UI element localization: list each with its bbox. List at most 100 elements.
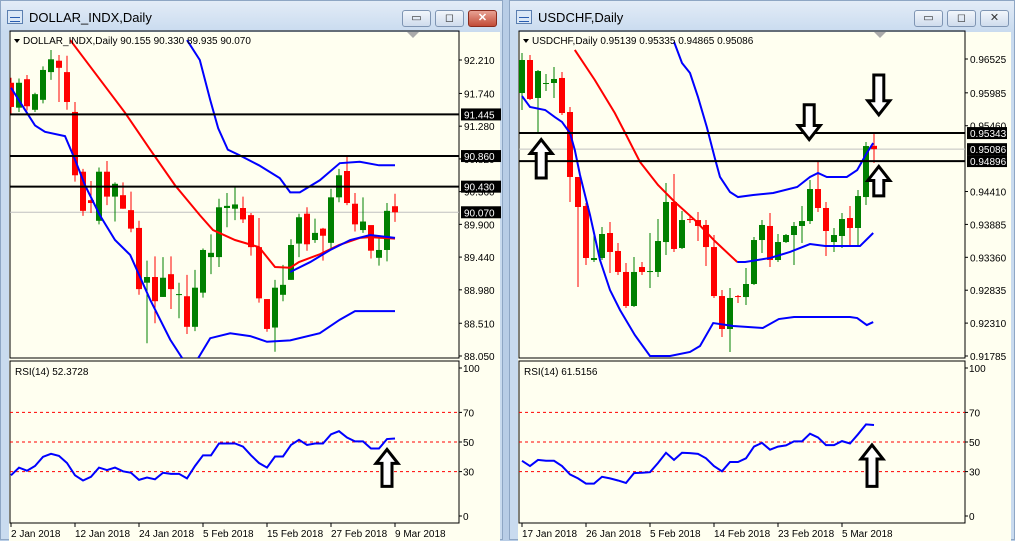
price-tick-label: 88.050 xyxy=(464,352,495,363)
price-tick-label: 88.510 xyxy=(464,319,495,330)
chart-layer[interactable]: 92.21091.74091.28090.82090.36089.90089.4… xyxy=(0,0,1015,540)
candle xyxy=(655,219,661,277)
candle-body xyxy=(543,82,549,85)
candle xyxy=(607,222,613,273)
rsi-label: RSI(14) 61.5156 xyxy=(524,367,598,378)
candle-body xyxy=(264,299,270,329)
candle xyxy=(280,264,286,302)
candle-body xyxy=(551,78,557,83)
price-label: 90.860 xyxy=(464,152,495,163)
bollinger-lower-line xyxy=(10,87,184,358)
candle-body xyxy=(791,225,797,236)
candle xyxy=(224,193,230,228)
candle-body xyxy=(128,210,134,229)
candle-body xyxy=(40,69,46,100)
candle xyxy=(128,191,134,233)
arrow-down-icon xyxy=(795,103,824,142)
date-label: 17 Jan 2018 xyxy=(522,529,577,540)
candle-body xyxy=(144,277,150,283)
candle-body xyxy=(559,77,565,114)
candle xyxy=(839,213,845,248)
candle xyxy=(791,222,797,266)
candle xyxy=(559,72,565,116)
rsi-tick-label: 0 xyxy=(969,512,975,523)
price-tick-label: 0.91785 xyxy=(970,352,1007,363)
candle xyxy=(671,173,677,252)
candle xyxy=(48,50,54,80)
collapse-triangle-icon xyxy=(14,39,20,43)
candle xyxy=(112,182,118,222)
candle xyxy=(575,176,581,288)
moving-average-line xyxy=(573,49,738,263)
candle-body xyxy=(567,112,573,177)
bollinger-upper-line xyxy=(186,39,395,194)
candle xyxy=(328,188,334,250)
candle xyxy=(639,262,645,275)
candle xyxy=(535,70,541,132)
candle-body xyxy=(631,271,637,306)
candle-body xyxy=(823,208,829,231)
rsi-tick-label: 30 xyxy=(463,468,475,479)
arrow-down-icon xyxy=(864,73,893,118)
date-label: 26 Jan 2018 xyxy=(586,529,641,540)
candle-body xyxy=(248,215,254,248)
candle xyxy=(64,55,70,110)
candle xyxy=(360,197,366,233)
candle-body xyxy=(847,218,853,228)
candle-body xyxy=(360,221,366,231)
candle-body xyxy=(312,232,318,241)
candle xyxy=(296,213,302,258)
candle-body xyxy=(320,228,326,236)
price-tick-label: 92.210 xyxy=(464,56,495,67)
candle xyxy=(24,74,30,111)
price-tick-label: 0.92835 xyxy=(970,286,1007,297)
price-tick-label: 91.740 xyxy=(464,89,495,100)
candle-body xyxy=(272,287,278,328)
rsi-label: RSI(14) 52.3728 xyxy=(15,367,89,378)
candle xyxy=(336,168,342,203)
candle-body xyxy=(32,94,38,110)
candle-body xyxy=(200,249,206,293)
date-label: 5 Feb 2018 xyxy=(203,529,254,540)
candle xyxy=(743,268,749,305)
chart-header: USDCHF,Daily 0.95139 0.95335 0.94865 0.9… xyxy=(532,36,754,47)
candle xyxy=(759,220,765,253)
bollinger-upper-line xyxy=(673,41,875,199)
candle xyxy=(847,205,853,248)
candle-body xyxy=(639,267,645,272)
rsi-tick-label: 100 xyxy=(463,364,480,375)
candle xyxy=(392,193,398,222)
price-label: 0.95343 xyxy=(970,129,1007,140)
price-tick-label: 0.93885 xyxy=(970,220,1007,231)
candle-body xyxy=(328,197,334,243)
rsi-tick-label: 100 xyxy=(969,364,986,375)
candle-body xyxy=(304,213,310,245)
price-tick-label: 89.440 xyxy=(464,253,495,264)
arrow-up-icon xyxy=(372,446,402,488)
candle xyxy=(551,67,557,98)
candle xyxy=(815,162,821,213)
candle xyxy=(583,202,589,266)
candle-body xyxy=(615,250,621,272)
price-label: 0.94896 xyxy=(970,157,1007,168)
candle-body xyxy=(735,296,741,298)
candle xyxy=(208,234,214,275)
date-label: 5 Feb 2018 xyxy=(650,529,701,540)
price-tick-label: 89.900 xyxy=(464,220,495,231)
candle xyxy=(10,77,14,115)
candle xyxy=(519,52,525,111)
chart-1: 0.965250.959850.954600.944100.938850.933… xyxy=(518,30,1007,540)
candle-body xyxy=(104,171,110,197)
candle xyxy=(352,193,358,232)
chart-shift-icon xyxy=(874,32,886,38)
candle-body xyxy=(575,176,581,207)
candle-body xyxy=(56,60,62,68)
candle-body xyxy=(583,205,589,259)
candle xyxy=(775,234,781,263)
rsi-tick-label: 0 xyxy=(463,512,469,523)
date-label: 2 Jan 2018 xyxy=(11,529,61,540)
candle-body xyxy=(831,235,837,243)
candle xyxy=(871,133,877,164)
candle xyxy=(264,299,270,332)
candle-body xyxy=(10,82,14,107)
